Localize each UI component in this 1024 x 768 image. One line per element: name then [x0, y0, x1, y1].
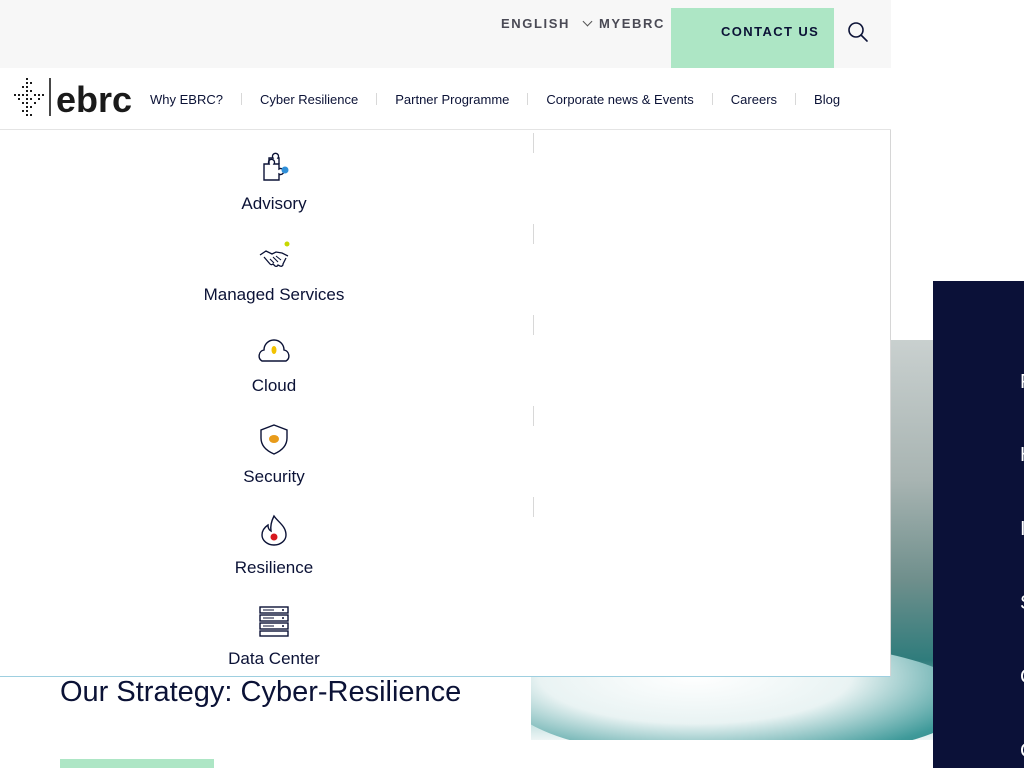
strategy-cta-button[interactable] — [60, 759, 214, 768]
menu-item-label: Advisory — [241, 194, 307, 213]
nav-divider — [527, 93, 529, 105]
main-nav-bar: ebrc Why EBRC? Cyber Resilience Partner … — [0, 68, 891, 130]
contact-us-button[interactable]: CONTACT US — [671, 8, 834, 68]
menu-item-label: Resilience — [234, 558, 314, 577]
menu-divider — [533, 497, 534, 517]
shield-icon — [260, 424, 288, 455]
menu-item-security[interactable]: Security — [174, 423, 374, 503]
server-icon — [259, 606, 289, 637]
menu-item-label: Cloud — [251, 376, 297, 395]
handshake-icon — [259, 241, 290, 267]
nav-divider — [240, 93, 242, 105]
chevron-down-icon — [582, 16, 593, 27]
menu-item-data-center[interactable]: Data Center — [174, 605, 374, 685]
menu-divider — [533, 133, 534, 153]
search-icon[interactable] — [846, 20, 870, 44]
nav-item-why-ebrc[interactable]: Why EBRC? — [150, 92, 223, 107]
nav-item-cyber-resilience[interactable]: Cyber Resilience — [260, 92, 358, 107]
menu-divider — [533, 406, 534, 426]
ebrc-logo[interactable]: ebrc — [14, 76, 136, 120]
logo-wordmark: ebrc — [56, 79, 132, 120]
mega-menu: Advisory Managed Services Cloud Security… — [0, 130, 891, 677]
side-panel-letter: H — [1020, 444, 1024, 467]
language-label: ENGLISH — [501, 16, 570, 31]
nav-divider — [795, 93, 797, 105]
nav-divider — [711, 93, 713, 105]
main-nav: Why EBRC? Cyber Resilience Partner Progr… — [150, 68, 840, 130]
nav-divider — [376, 93, 378, 105]
top-utility-bar: ENGLISH MYEBRC CONTACT US — [0, 0, 891, 68]
menu-divider — [533, 315, 534, 335]
menu-item-cloud[interactable]: Cloud — [174, 332, 374, 412]
language-selector[interactable]: ENGLISH — [501, 16, 593, 31]
menu-divider — [533, 224, 534, 244]
side-panel-letter: C — [1020, 740, 1024, 763]
nav-item-corporate-news[interactable]: Corporate news & Events — [546, 92, 693, 107]
side-panel: F H I S C C — [933, 281, 1024, 768]
cloud-icon — [258, 339, 290, 362]
puzzle-icon — [263, 152, 289, 181]
myebrc-link[interactable]: MYEBRC — [599, 16, 665, 31]
menu-item-resilience[interactable]: Resilience — [174, 514, 374, 594]
page: Our Strategy: Cyber-Resilience F H I S C… — [0, 0, 1024, 768]
menu-item-label: Managed Services — [203, 285, 345, 304]
menu-item-label: Data Center — [228, 649, 320, 668]
nav-item-blog[interactable]: Blog — [814, 92, 840, 107]
menu-item-label: Security — [243, 467, 305, 486]
nav-item-careers[interactable]: Careers — [731, 92, 777, 107]
nav-item-partner-programme[interactable]: Partner Programme — [395, 92, 509, 107]
menu-item-advisory[interactable]: Advisory — [174, 150, 374, 230]
side-panel-letter: S — [1020, 592, 1024, 615]
menu-item-managed-services[interactable]: Managed Services — [174, 241, 374, 321]
logo-dot-cross — [14, 78, 44, 116]
side-panel-letter: I — [1020, 518, 1024, 540]
side-panel-letter: F — [1020, 371, 1024, 394]
side-panel-letter: C — [1020, 666, 1024, 689]
flame-icon — [261, 514, 287, 546]
